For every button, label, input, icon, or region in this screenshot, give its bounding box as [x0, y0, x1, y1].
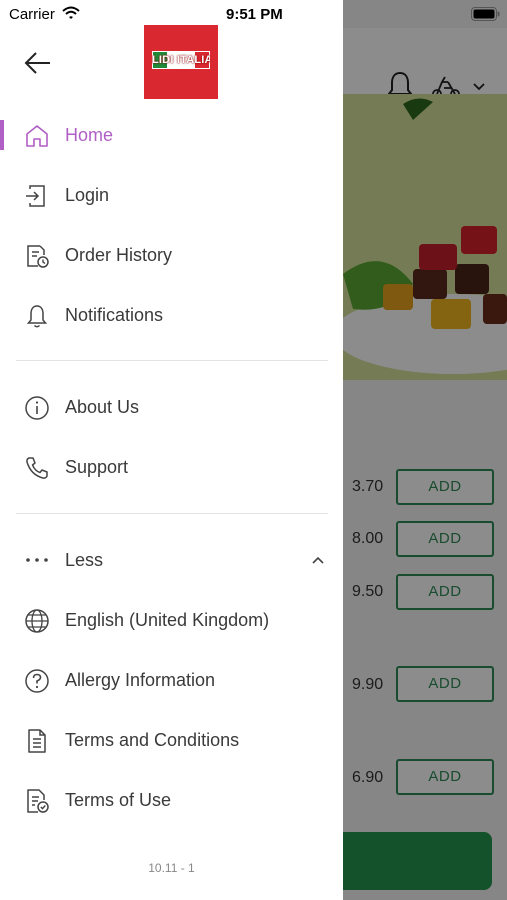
menu-item-terms-and-conditions[interactable]: Terms and Conditions [0, 716, 343, 764]
menu-toggle-less[interactable]: Less [0, 536, 343, 584]
home-icon [26, 125, 48, 147]
order-history-icon [27, 245, 49, 268]
phone-icon [26, 457, 48, 479]
menu-item-label: Terms and Conditions [65, 730, 240, 750]
document-icon [28, 729, 46, 753]
side-drawer: LIDI ITALIA Home Login Order History Not… [0, 0, 343, 900]
menu-item-allergy-information[interactable]: Allergy Information [0, 656, 343, 704]
menu-item-label: Allergy Information [65, 670, 216, 690]
carrier-label: Carrier [9, 6, 55, 23]
menu-item-label: English (United Kingdom) [65, 610, 270, 630]
menu-item-label: Order History [65, 245, 173, 265]
app-version: 10.11 - 1 [148, 861, 195, 875]
menu-item-about-us[interactable]: About Us [0, 383, 343, 431]
back-arrow-icon[interactable] [24, 50, 52, 76]
menu-item-label: Support [65, 457, 129, 477]
question-icon [25, 669, 49, 693]
clock: 9:51 PM [226, 6, 283, 23]
chevron-up-icon[interactable] [310, 554, 326, 566]
menu-item-label: Home [65, 125, 114, 145]
menu-item-label: Terms of Use [65, 790, 172, 810]
menu-item-label: Notifications [65, 305, 164, 325]
menu-item-label: About Us [65, 397, 140, 417]
more-dots-icon [26, 558, 48, 562]
menu-item-order-history[interactable]: Order History [0, 231, 343, 279]
wifi-icon [62, 6, 80, 19]
menu-item-terms-of-use[interactable]: Terms of Use [0, 776, 343, 824]
login-icon [26, 185, 45, 207]
menu-item-home[interactable]: Home [0, 111, 343, 159]
status-bar: Carrier 9:51 PM [0, 0, 507, 28]
menu-divider [16, 360, 328, 361]
globe-icon [25, 609, 49, 633]
menu-item-support[interactable]: Support [0, 443, 343, 491]
menu-divider [16, 513, 328, 514]
brand-logo: LIDI ITALIA [144, 25, 218, 99]
menu-item-notifications[interactable]: Notifications [0, 291, 343, 339]
menu-item-label: Less [65, 550, 104, 570]
menu-item-label: Login [65, 185, 110, 205]
menu-item-login[interactable]: Login [0, 171, 343, 219]
menu-item-language[interactable]: English (United Kingdom) [0, 596, 343, 644]
document-check-icon [27, 789, 49, 813]
info-icon [25, 396, 49, 420]
battery-icon [471, 7, 500, 21]
logo-text: LIDI ITALIA [152, 54, 210, 66]
bell-icon [26, 305, 48, 328]
